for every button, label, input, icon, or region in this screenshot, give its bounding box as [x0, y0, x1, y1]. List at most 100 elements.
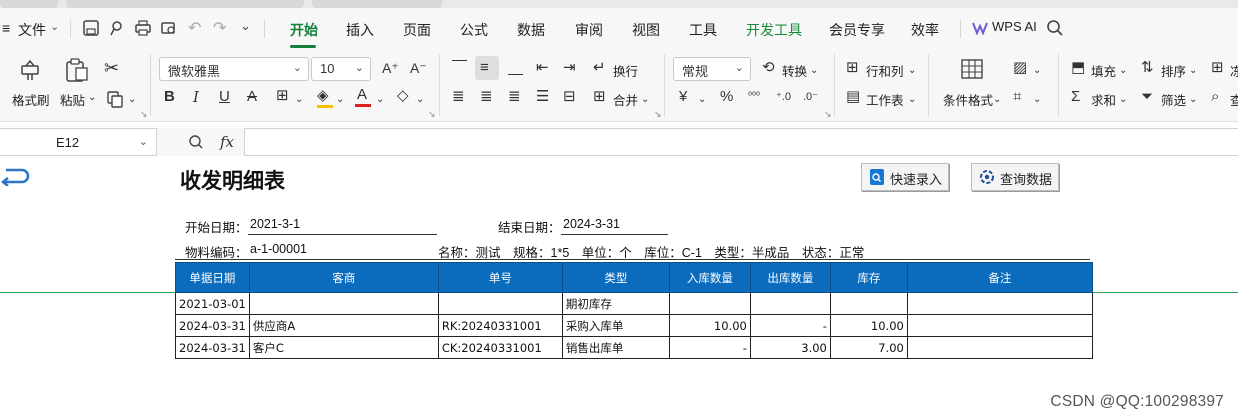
- worksheet-label[interactable]: 工作表: [866, 90, 904, 109]
- filter-label[interactable]: 筛选: [1161, 90, 1186, 109]
- table-cell[interactable]: 2021-03-01: [175, 292, 250, 315]
- cell-style-icon[interactable]: ▨: [1013, 60, 1027, 76]
- conditional-format-label[interactable]: 条件格式: [943, 90, 993, 109]
- tab-data[interactable]: 数据: [517, 20, 545, 40]
- align-middle-icon[interactable]: ≡: [480, 60, 489, 76]
- table-cell[interactable]: 期初库存: [561, 292, 670, 315]
- font-size-select[interactable]: 10 ⌄: [311, 57, 371, 81]
- print-icon[interactable]: [134, 19, 152, 37]
- font-color-dropdown-icon[interactable]: ⌄: [376, 92, 384, 108]
- sort-dropdown-icon[interactable]: ⌄: [1189, 63, 1197, 79]
- table-cell[interactable]: [749, 292, 831, 315]
- sort-icon[interactable]: ⇅: [1141, 60, 1154, 76]
- fill-icon[interactable]: ⬒: [1071, 60, 1085, 76]
- table-cell[interactable]: -: [749, 314, 831, 337]
- more-quick-access-icon[interactable]: ⌄: [240, 18, 251, 34]
- format-painter-icon[interactable]: [18, 58, 42, 82]
- freeze-label[interactable]: 冻: [1230, 61, 1238, 80]
- column-header[interactable]: 类型: [561, 262, 670, 293]
- number-launcher-icon[interactable]: ↘: [824, 106, 832, 122]
- share-icon[interactable]: [108, 19, 126, 37]
- table-cell[interactable]: RK:20240331001: [437, 314, 563, 337]
- search-icon[interactable]: [1046, 19, 1064, 37]
- sort-label[interactable]: 排序: [1161, 61, 1186, 80]
- window-tab[interactable]: [66, 0, 304, 8]
- end-date-value[interactable]: 2024-3-31: [563, 217, 620, 231]
- table-cell[interactable]: CK:20240331001: [437, 336, 563, 359]
- find-label[interactable]: 查: [1230, 90, 1238, 109]
- alignment-launcher-icon[interactable]: ↘: [654, 106, 662, 122]
- window-tab[interactable]: [0, 0, 58, 8]
- cut-icon[interactable]: ✂: [104, 59, 119, 77]
- convert-label[interactable]: 转换: [782, 61, 807, 80]
- underline-icon[interactable]: U: [219, 89, 230, 105]
- align-center-icon[interactable]: ≣: [480, 89, 493, 105]
- table-cell[interactable]: 客户C: [248, 336, 439, 359]
- save-icon[interactable]: [82, 19, 100, 37]
- table-cell[interactable]: 销售出库单: [561, 336, 670, 359]
- rows-cols-label[interactable]: 行和列: [866, 61, 904, 80]
- column-header[interactable]: 入库数量: [668, 262, 751, 293]
- copy-dropdown-icon[interactable]: ⌄: [128, 92, 136, 108]
- font-color-icon[interactable]: A: [357, 87, 367, 103]
- material-code-value[interactable]: a-1-00001: [250, 242, 307, 256]
- convert-dropdown-icon[interactable]: ⌄: [810, 63, 818, 79]
- clipboard-launcher-icon[interactable]: ↘: [140, 106, 148, 122]
- table-cell[interactable]: 2024-03-31: [175, 336, 250, 359]
- justify-icon[interactable]: ☰: [536, 89, 549, 105]
- wrap-text-icon[interactable]: ↵: [593, 60, 606, 76]
- tab-efficiency[interactable]: 效率: [911, 20, 939, 40]
- start-date-value[interactable]: 2021-3-1: [250, 217, 300, 231]
- fill-color-icon[interactable]: ◈: [317, 88, 329, 104]
- menu-lines-icon[interactable]: ≡: [2, 20, 10, 36]
- fill-color-dropdown-icon[interactable]: ⌄: [336, 92, 344, 108]
- italic-icon[interactable]: I: [193, 89, 199, 105]
- paste-dropdown-icon[interactable]: ⌄: [88, 90, 96, 106]
- sum-label[interactable]: 求和: [1091, 90, 1116, 109]
- print-preview-icon[interactable]: [160, 19, 178, 37]
- cell-border-icon[interactable]: ⌗: [1013, 89, 1021, 105]
- wrap-text-label[interactable]: 换行: [613, 61, 638, 80]
- align-left-icon[interactable]: ≣: [452, 89, 465, 105]
- tab-home[interactable]: 开始: [290, 20, 318, 40]
- window-tab[interactable]: [312, 0, 442, 8]
- merge-label[interactable]: 合并: [613, 90, 638, 109]
- bold-icon[interactable]: B: [164, 89, 175, 105]
- font-name-select[interactable]: 微软雅黑 ⌄: [159, 57, 309, 81]
- currency-dropdown-icon[interactable]: ⌄: [698, 92, 706, 108]
- decrease-indent-icon[interactable]: ⇤: [536, 60, 549, 76]
- file-dropdown-icon[interactable]: ⌄: [50, 20, 59, 33]
- filter-dropdown-icon[interactable]: ⌄: [1189, 92, 1197, 108]
- fx-icon[interactable]: fx: [220, 133, 234, 151]
- tab-developer[interactable]: 开发工具: [746, 20, 802, 40]
- thousands-icon[interactable]: ⁰⁰⁰: [748, 89, 760, 105]
- merge-dropdown-icon[interactable]: ⌄: [641, 92, 649, 108]
- zoom-search-icon[interactable]: [188, 134, 204, 150]
- decrease-font-icon[interactable]: A⁻: [410, 60, 427, 76]
- column-header[interactable]: 库存: [829, 262, 908, 293]
- find-icon[interactable]: ⌕: [1211, 89, 1219, 105]
- freeze-icon[interactable]: ⊞: [1211, 60, 1224, 76]
- distributed-icon[interactable]: ⊟: [563, 89, 576, 105]
- sheet-area[interactable]: 收发明细表 快速录入 查询数据 开始日期： 2021-3-1 结束日期： 202…: [0, 156, 1238, 419]
- fill-dropdown-icon[interactable]: ⌄: [1119, 63, 1127, 79]
- borders-icon[interactable]: ⊞: [276, 88, 289, 104]
- filter-icon[interactable]: ⏷: [1141, 89, 1153, 105]
- percent-icon[interactable]: %: [720, 89, 733, 105]
- rows-cols-dropdown-icon[interactable]: ⌄: [908, 63, 916, 79]
- increase-decimal-icon[interactable]: ⁺.0: [776, 89, 791, 105]
- table-cell[interactable]: [906, 336, 1093, 359]
- conditional-format-dropdown-icon[interactable]: ⌄: [993, 92, 1001, 108]
- format-painter-label[interactable]: 格式刷: [12, 90, 50, 109]
- cell-border-dropdown-icon[interactable]: ⌄: [1033, 92, 1041, 108]
- back-arrow-icon[interactable]: [0, 166, 30, 186]
- paste-label[interactable]: 粘贴: [60, 90, 85, 109]
- table-cell[interactable]: 7.00: [829, 336, 908, 359]
- font-launcher-icon[interactable]: ↘: [428, 106, 436, 122]
- column-header[interactable]: 客商: [248, 262, 439, 293]
- paste-icon[interactable]: [64, 57, 90, 83]
- column-header[interactable]: 单据日期: [175, 262, 250, 293]
- align-bottom-icon[interactable]: ⎽: [508, 60, 523, 76]
- tab-view[interactable]: 视图: [632, 20, 660, 40]
- tab-page[interactable]: 页面: [403, 20, 431, 40]
